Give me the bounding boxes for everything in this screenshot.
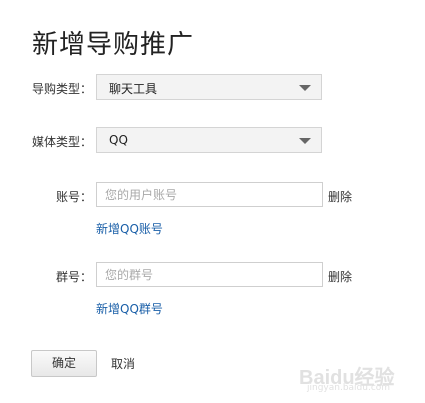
cancel-link[interactable]: 取消 [111,355,135,372]
chevron-down-icon [299,85,311,91]
account-input[interactable] [96,182,323,207]
add-guide-promotion-page: 新增导购推广 导购类型： 聊天工具 媒体类型： QQ 账号： 删除 新增QQ账号… [0,0,425,403]
group-label: 群号： [55,270,92,284]
confirm-button[interactable]: 确定 [31,350,97,377]
page-title: 新增导购推广 [32,30,195,60]
media-type-value: QQ [109,133,128,147]
guide-type-select[interactable]: 聊天工具 [96,74,322,100]
media-type-select[interactable]: QQ [96,127,322,153]
chevron-down-icon [299,138,311,144]
media-type-label: 媒体类型： [31,135,92,149]
group-input[interactable] [96,262,323,287]
delete-group-link[interactable]: 删除 [328,268,352,285]
baidu-jingyan-watermark: Baidu经验 jingyan.baidu.com [299,361,419,395]
delete-account-link[interactable]: 删除 [328,188,352,205]
add-qq-account-link[interactable]: 新增QQ账号 [96,220,163,237]
add-qq-group-link[interactable]: 新增QQ群号 [96,300,163,317]
guide-type-label: 导购类型： [31,82,92,96]
watermark-subtext: jingyan.baidu.com [307,383,391,393]
guide-type-value: 聊天工具 [109,82,158,96]
account-label: 账号： [55,190,92,204]
